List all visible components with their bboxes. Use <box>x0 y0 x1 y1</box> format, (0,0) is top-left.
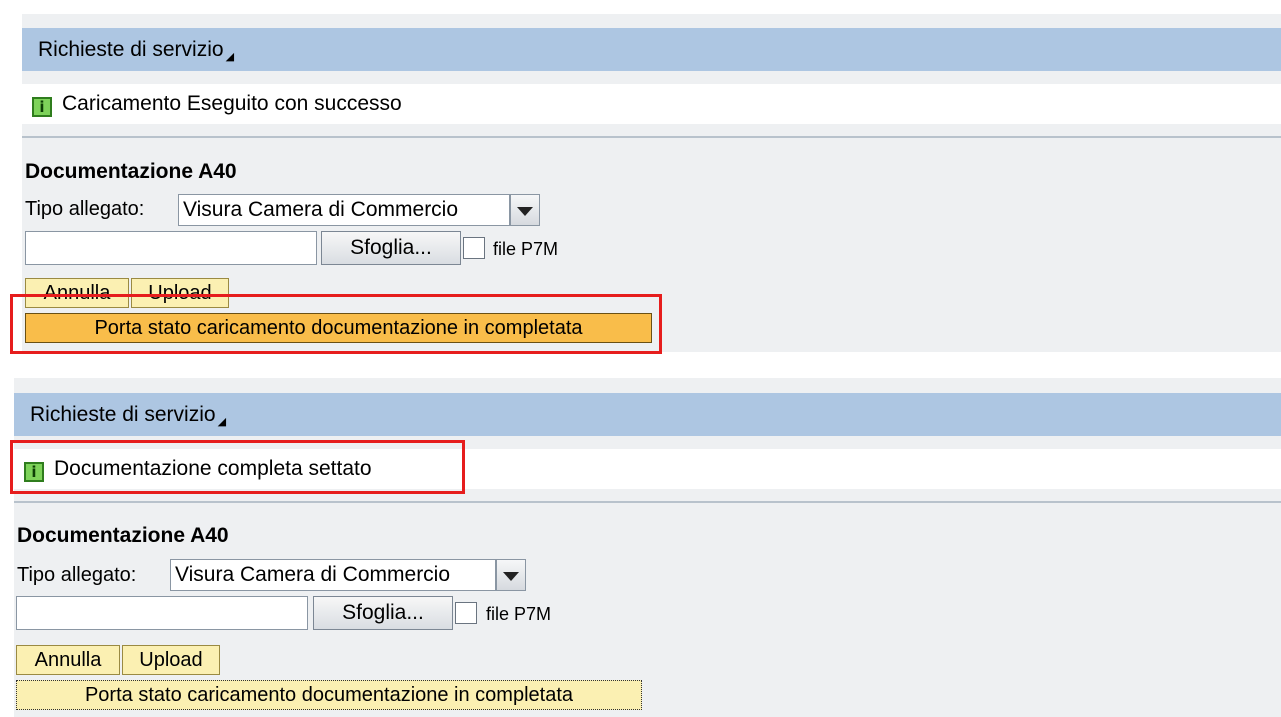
chevron-down-icon <box>503 572 519 581</box>
file-path-input[interactable] <box>16 596 308 630</box>
p7m-checkbox-label: file P7M <box>486 604 552 624</box>
set-documentation-complete-button[interactable]: Porta stato caricamento documentazione i… <box>16 680 642 710</box>
file-path-input[interactable] <box>25 231 317 265</box>
attachment-type-dropdown-button[interactable] <box>510 194 540 226</box>
browse-button[interactable]: Sfoglia... <box>313 596 453 630</box>
attachment-type-label: Tipo allegato: <box>25 198 145 220</box>
triangle-icon: ◢ <box>217 416 227 428</box>
service-request-panel-2: Richieste di servizio ◢ i Documentazione c… <box>14 378 1281 717</box>
highlight-box <box>10 440 465 494</box>
p7m-checkbox-label: file P7M <box>493 239 559 259</box>
divider <box>14 501 1281 503</box>
section-title: Documentazione A40 <box>25 160 237 183</box>
message-bar: i Caricamento Eseguito con successo <box>22 84 1281 124</box>
panel-title: Richieste di servizio <box>30 403 216 426</box>
p7m-checkbox[interactable] <box>455 602 477 624</box>
message-text: Caricamento Eseguito con successo <box>62 92 402 115</box>
p7m-checkbox[interactable] <box>463 237 485 259</box>
attachment-type-label: Tipo allegato: <box>17 564 137 586</box>
divider <box>22 136 1281 138</box>
panel-header: Richieste di servizio ◢ <box>14 393 1281 436</box>
info-icon: i <box>32 97 52 117</box>
panel-title: Richieste di servizio <box>38 38 224 61</box>
upload-button[interactable]: Upload <box>122 645 220 675</box>
attachment-type-select[interactable]: Visura Camera di Commercio <box>170 559 496 591</box>
chevron-down-icon <box>517 207 533 216</box>
highlight-box <box>10 294 662 354</box>
browse-button[interactable]: Sfoglia... <box>321 231 461 265</box>
section-title: Documentazione A40 <box>17 524 229 547</box>
panel-header: Richieste di servizio ◢ <box>22 28 1281 71</box>
attachment-type-select[interactable]: Visura Camera di Commercio <box>178 194 510 226</box>
cancel-button[interactable]: Annulla <box>16 645 120 675</box>
attachment-type-dropdown-button[interactable] <box>496 559 526 591</box>
triangle-icon: ◢ <box>225 51 235 63</box>
